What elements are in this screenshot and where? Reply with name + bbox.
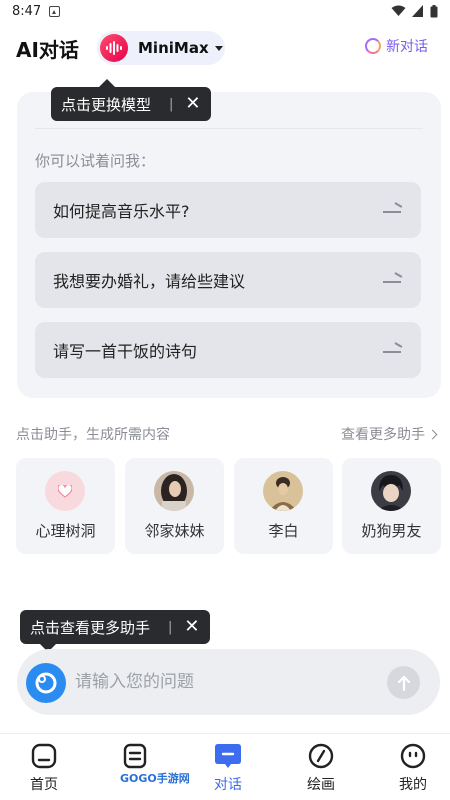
assistant-card[interactable]: 邻家妹妹 [125,458,224,554]
tooltip-separator: | [168,619,173,635]
nav-label: 我的 [399,777,427,793]
status-time: 8:47 [12,3,42,19]
suggestion-item[interactable]: 请写一首干饭的诗句 [35,322,421,378]
signal-icon [412,5,423,17]
arrow-up-icon [397,675,410,691]
assistant-header: 点击助手，生成所需内容 查看更多助手 [16,424,438,444]
suggestion-text: 如何提高音乐水平? [53,202,190,221]
assistant-name: 李白 [268,522,299,540]
model-tooltip: 点击更换模型 | ✕ [51,79,211,121]
chat-icon [214,742,242,770]
document-icon [121,742,149,770]
battery-icon [430,4,438,17]
header: AI对话 MiniMax 新对话 [0,28,450,68]
question-input[interactable] [75,667,375,697]
assistant-card[interactable]: 李白 [234,458,333,554]
tooltip-separator: | [169,96,174,112]
assistant-tooltip: 点击查看更多助手 | ✕ [20,610,210,652]
model-name: MiniMax [138,39,209,57]
wifi-icon [391,5,406,16]
assistant-card[interactable]: 心理树洞 [16,458,115,554]
assistant-name: 奶狗男友 [361,522,422,540]
girl-avatar [154,471,194,511]
more-assistants-label: 查看更多助手 [341,427,425,443]
nav-chat[interactable]: 对话 [193,742,263,794]
assistant-name: 心理树洞 [35,522,96,540]
brush-icon [307,742,335,770]
assistant-tooltip-text: 点击查看更多助手 [30,618,151,637]
close-icon[interactable]: ✕ [185,95,200,113]
suggestion-heading: 你可以试着问我： [35,152,156,170]
send-button[interactable] [387,666,420,699]
new-chat-label: 新对话 [386,39,428,55]
boy-avatar [371,471,411,511]
divider [35,128,423,129]
status-icons [391,4,438,18]
home-icon [30,742,58,770]
nav-label: 首页 [30,777,58,793]
assistant-avatar-icon[interactable] [26,663,66,703]
chat-input-bar [17,649,440,715]
arrow-right-icon [383,205,403,215]
nav-draw[interactable]: 绘画 [286,742,356,794]
nav-label: 绘画 [307,777,335,793]
caret-down-icon [214,45,223,51]
close-icon[interactable]: ✕ [184,618,199,636]
new-chat-button[interactable]: 新对话 [365,36,428,56]
status-bar: 8:47 [0,0,450,22]
heart-icon [45,471,85,511]
tooltip-tail [99,79,115,87]
watermark: GOGO手游网 [120,772,190,785]
assistant-hint: 点击助手，生成所需内容 [16,427,170,443]
assistant-card[interactable]: 奶狗男友 [342,458,441,554]
new-chat-icon [365,38,381,54]
nav-profile[interactable]: 我的 [378,742,448,794]
model-tooltip-text: 点击更换模型 [61,95,152,114]
nav-label: 对话 [214,777,242,793]
suggestion-item[interactable]: 我想要办婚礼，请给些建议 [35,252,421,308]
more-assistants-link[interactable]: 查看更多助手 [341,424,438,444]
suggestion-text: 我想要办婚礼，请给些建议 [53,272,246,291]
profile-icon [399,742,427,770]
bottom-nav: 首页 对话 绘画 我的 [0,733,450,800]
model-selector[interactable]: MiniMax [97,31,225,65]
suggestion-item[interactable]: 如何提高音乐水平? [35,182,421,238]
chevron-right-icon [427,429,438,439]
arrow-right-icon [383,345,403,355]
poet-avatar [263,471,303,511]
suggestion-text: 请写一首干饭的诗句 [53,342,198,361]
arrow-right-icon [383,275,403,285]
nav-home[interactable]: 首页 [9,742,79,794]
minimax-logo-icon [100,34,128,62]
suggestion-card: 你可以试着问我： 如何提高音乐水平? 我想要办婚礼，请给些建议 请写一首干饭的诗… [17,92,441,398]
page-title: AI对话 [16,38,79,62]
notification-icon [49,5,61,17]
assistant-name: 邻家妹妹 [144,522,205,540]
